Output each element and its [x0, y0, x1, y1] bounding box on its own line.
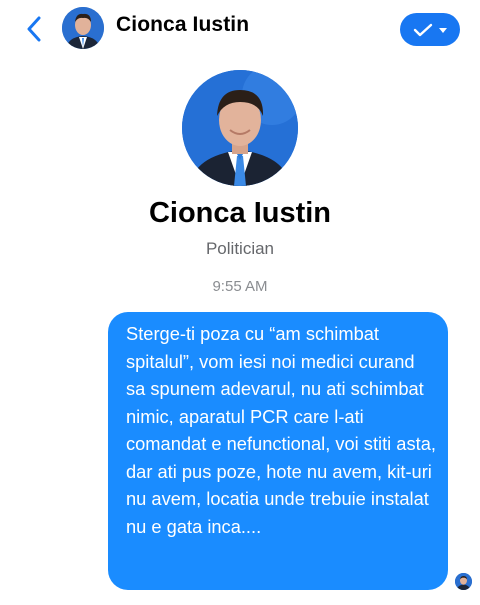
chevron-left-icon — [27, 16, 41, 42]
conversation-header: Cionca Iustin — [0, 0, 480, 58]
back-button[interactable] — [20, 14, 48, 44]
profile-photo[interactable] — [182, 70, 298, 186]
seen-avatar — [455, 573, 472, 590]
conversation-action-button[interactable] — [400, 13, 460, 46]
contact-avatar[interactable] — [62, 7, 104, 49]
chevron-down-icon — [439, 28, 447, 33]
contact-name[interactable]: Cionca Iustin — [116, 13, 249, 37]
outgoing-message-bubble[interactable]: Sterge-ti poza cu “am schimbat spitalul”… — [108, 312, 448, 590]
profile-role: Politician — [205, 239, 275, 258]
checkmark-icon — [413, 23, 433, 36]
profile-name: Cionca Iustin — [148, 197, 332, 229]
message-timestamp: 9:55 AM — [212, 278, 268, 295]
